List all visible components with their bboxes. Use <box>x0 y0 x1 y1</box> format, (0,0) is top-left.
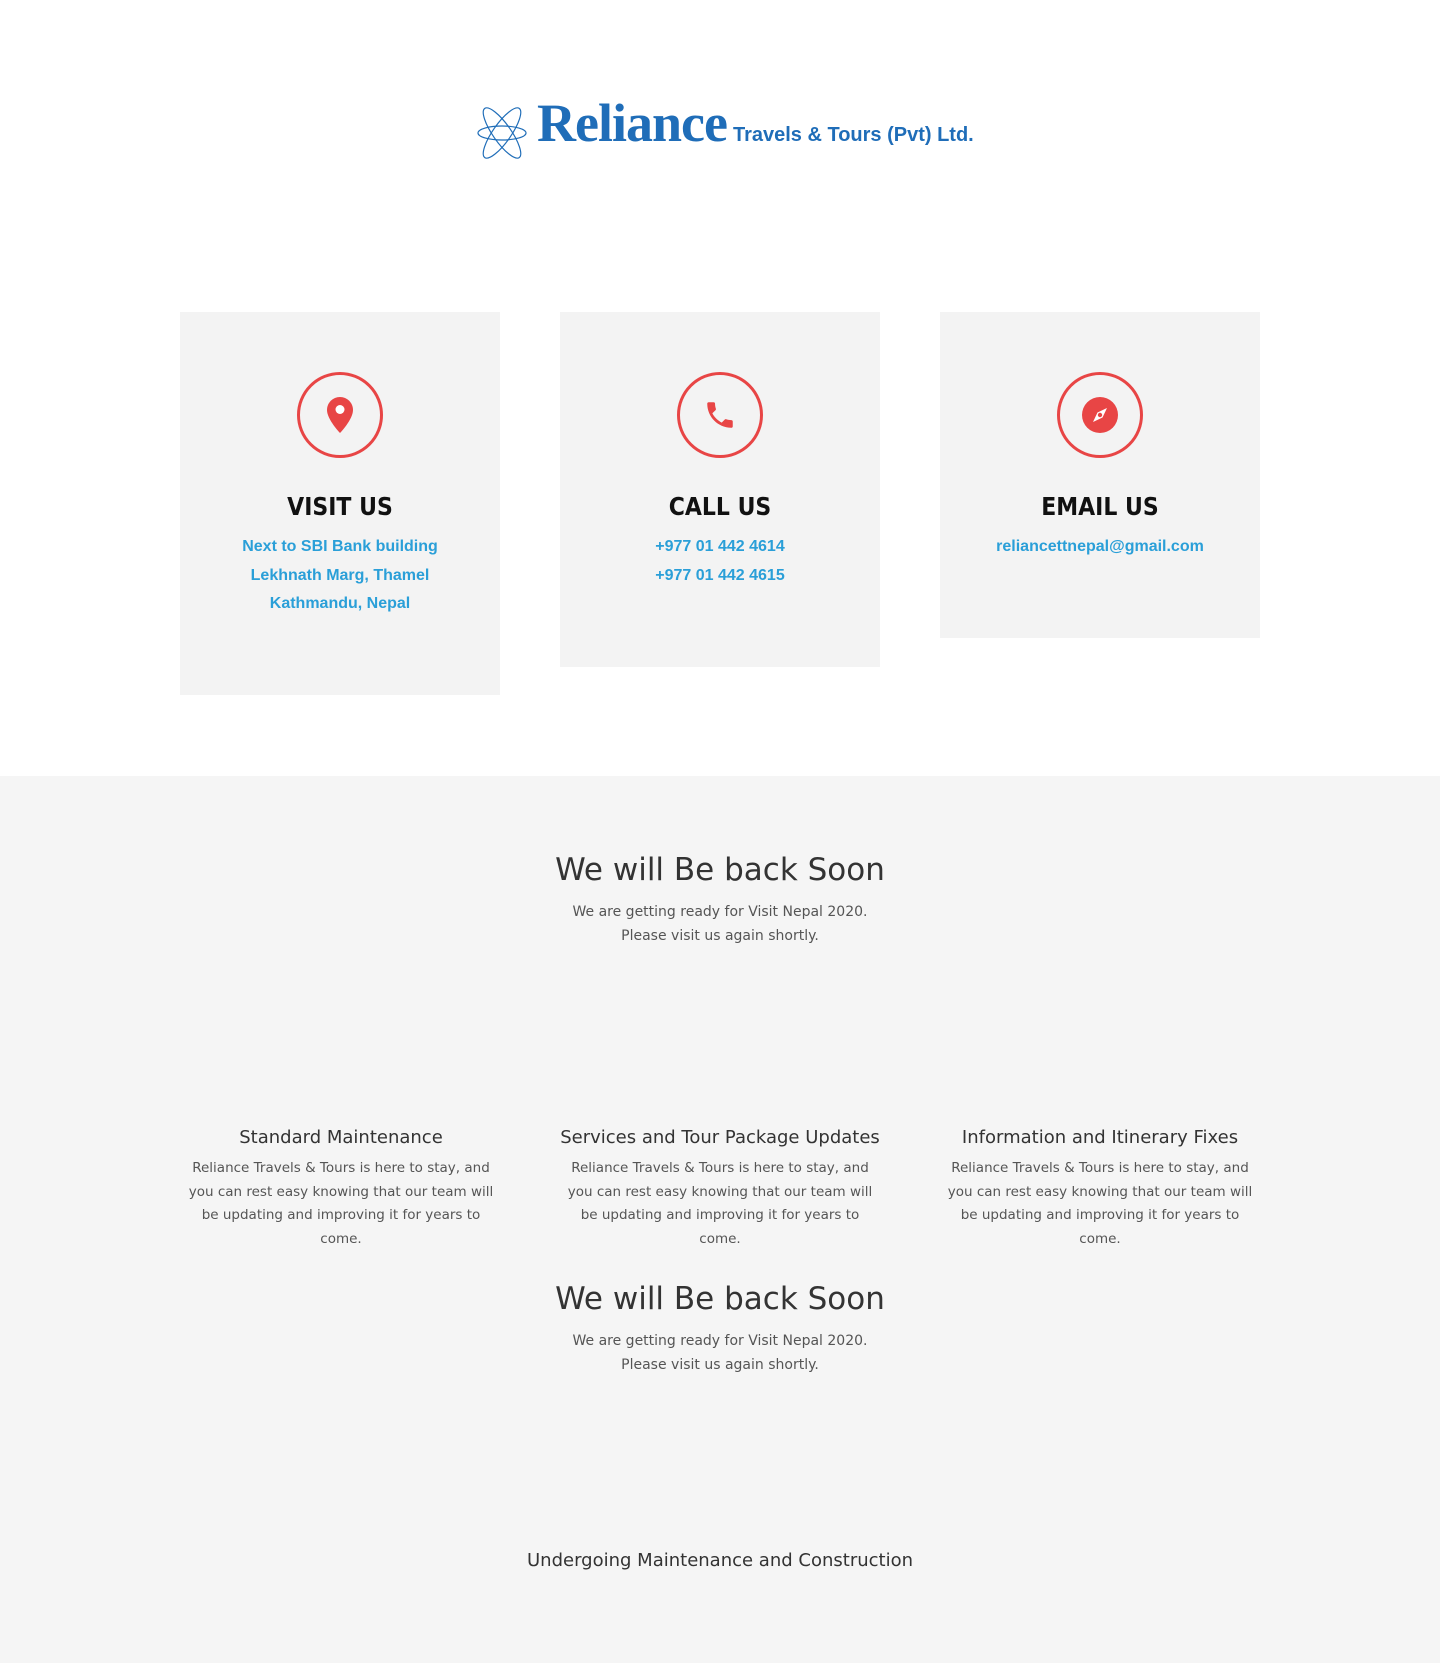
address-line-1: Next to SBI Bank building <box>242 538 438 555</box>
notice-title: We will Be back Soon <box>555 852 885 888</box>
logo-tagline: Travels & Tours (Pvt) Ltd. <box>732 124 974 146</box>
address-line-2: Lekhnath Marg, Thamel <box>250 566 430 584</box>
feature-title: Standard Maintenance <box>239 1127 443 1148</box>
feature-text: Reliance Travels & Tours is here to stay… <box>567 1160 873 1247</box>
visit-icon-circle <box>297 372 383 458</box>
feature-text: Reliance Travels & Tours is here to stay… <box>947 1160 1253 1247</box>
call-us-title: CALL US <box>668 492 772 521</box>
maintenance-label: Undergoing Maintenance and Construction <box>527 1550 913 1571</box>
feature-services-updates: Services and Tour Package Updates Relian… <box>559 1127 881 1251</box>
call-icon-circle <box>677 372 763 458</box>
notice-line-2-repeat: Please visit us again shortly. <box>621 1357 819 1373</box>
notice-title-repeat: We will Be back Soon <box>555 1281 885 1317</box>
header-section: Reliance Travels & Tours (Pvt) Ltd. VISIT… <box>0 0 1440 776</box>
visit-us-card: VISIT US Next to SBI Bank building Lekhn… <box>180 312 500 695</box>
feature-information-fixes: Information and Itinerary Fixes Reliance… <box>939 1127 1261 1251</box>
maintenance-section: We will Be back Soon We are getting read… <box>0 776 1440 1663</box>
email-address[interactable]: reliancettnepal@gmail.com <box>940 533 1260 562</box>
logo-brand-name: Reliance <box>537 93 728 153</box>
email-icon-circle <box>1057 372 1143 458</box>
company-logo[interactable]: Reliance Travels & Tours (Pvt) Ltd. <box>476 93 974 170</box>
notice-line-2: Please visit us again shortly. <box>621 928 819 944</box>
phone-number-1[interactable]: +977 01 442 4614 <box>560 533 880 562</box>
logo-text: Reliance Travels & Tours (Pvt) Ltd. <box>537 92 974 154</box>
atom-logo-icon <box>477 107 527 159</box>
visit-us-title: VISIT US <box>287 492 393 521</box>
map-pin-icon <box>327 397 353 433</box>
feature-text: Reliance Travels & Tours is here to stay… <box>188 1160 494 1247</box>
phone-icon <box>707 402 733 428</box>
feature-title: Information and Itinerary Fixes <box>961 1127 1239 1148</box>
compass-icon <box>1082 397 1118 433</box>
address-line-3: Kathmandu, Nepal <box>269 595 411 612</box>
email-us-card: EMAIL US reliancettnepal@gmail.com <box>940 312 1260 638</box>
call-us-card: CALL US +977 01 442 4614 +977 01 442 461… <box>560 312 880 667</box>
email-us-title: EMAIL US <box>1041 492 1159 521</box>
notice-line-1: We are getting ready for Visit Nepal 202… <box>572 904 868 920</box>
notice-line-1-repeat: We are getting ready for Visit Nepal 202… <box>572 1333 868 1349</box>
phone-number-2[interactable]: +977 01 442 4615 <box>560 562 880 591</box>
feature-title: Services and Tour Package Updates <box>560 1127 880 1148</box>
feature-standard-maintenance: Standard Maintenance Reliance Travels & … <box>180 1127 502 1251</box>
